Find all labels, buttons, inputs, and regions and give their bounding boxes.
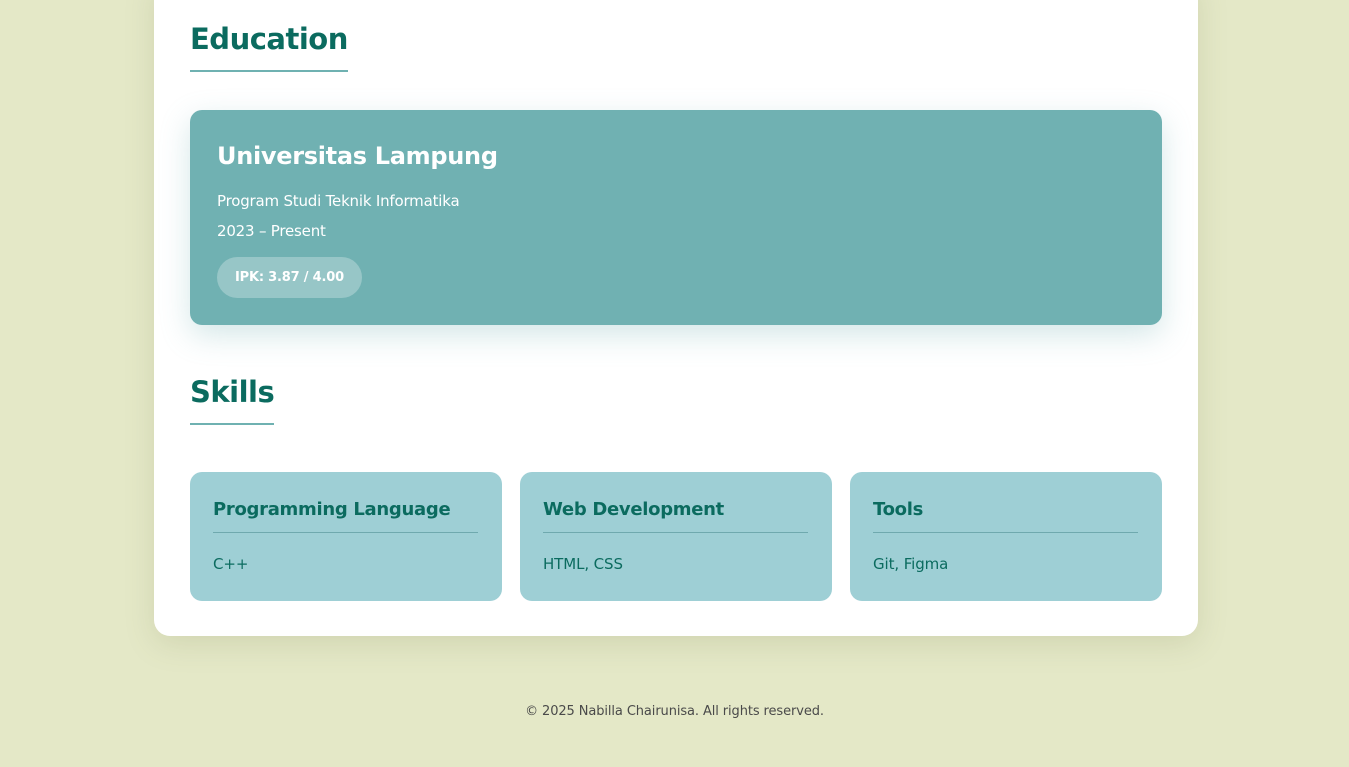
study-years: 2023 – Present [217,222,326,240]
skill-card-items: Git, Figma [873,555,949,573]
skill-card-items: C++ [213,555,249,573]
education-card: Universitas Lampung Program Studi Teknik… [190,110,1162,325]
education-section-title: Education [190,23,348,72]
skill-card-title: Programming Language [213,499,478,533]
skills-section-title: Skills [190,376,275,425]
institution-name: Universitas Lampung [217,142,498,170]
study-program: Program Studi Teknik Informatika [217,192,460,210]
gpa-badge: IPK: 3.87 / 4.00 [217,257,362,298]
skill-card-web-development: Web Development HTML, CSS [520,472,832,601]
skill-card-items: HTML, CSS [543,555,623,573]
skill-card-programming-language: Programming Language C++ [190,472,502,601]
skill-card-title: Web Development [543,499,808,533]
footer-copyright: © 2025 Nabilla Chairunisa. All rights re… [525,704,824,719]
skills-grid: Programming Language C++ Web Development… [190,472,1162,601]
skill-card-title: Tools [873,499,1138,533]
page: Education Universitas Lampung Program St… [0,0,1349,767]
skill-card-tools: Tools Git, Figma [850,472,1162,601]
content-card: Education Universitas Lampung Program St… [154,0,1198,636]
